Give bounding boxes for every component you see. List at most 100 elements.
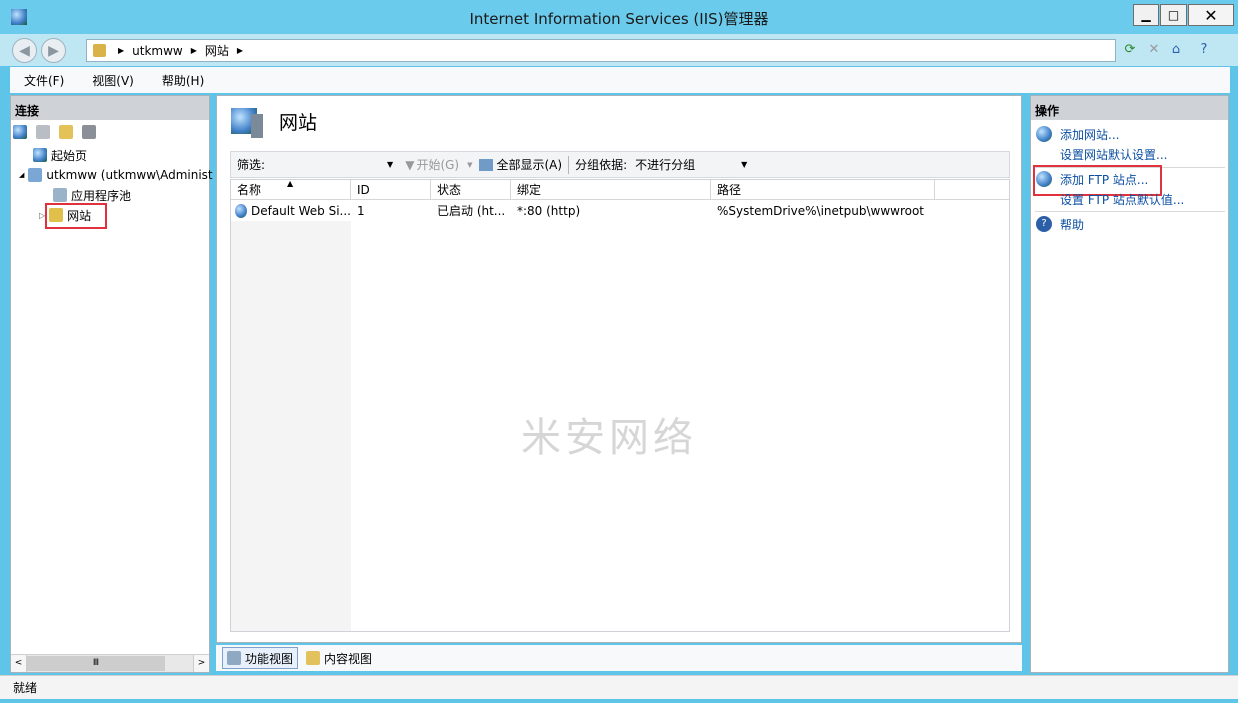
refresh-icon[interactable]: ⟳ — [1121, 40, 1139, 58]
column-header-status[interactable]: 状态 — [431, 180, 511, 200]
start-page-icon — [33, 148, 47, 162]
action-label: 添加网站... — [1060, 127, 1120, 142]
back-button[interactable]: ◀ — [12, 38, 37, 63]
site-path: %SystemDrive%\inetpub\wwwroot — [717, 204, 924, 218]
tree-item-label: 应用程序池 — [71, 188, 132, 203]
menu-bar: 文件(F) 视图(V) 帮助(H) — [10, 67, 1230, 93]
close-button[interactable]: ✕ — [1188, 4, 1234, 26]
scroll-thumb[interactable]: Ⅲ — [27, 656, 165, 671]
sites-table: 名称 ▲ ID 状态 绑定 路径 Default Web Si... 1 已启动 … — [230, 179, 1010, 632]
breadcrumb-server[interactable]: utkmww — [132, 44, 183, 58]
action-label: 帮助 — [1060, 217, 1085, 232]
actions-header: 操作 — [1031, 96, 1228, 120]
watermark: 米安网络 — [521, 415, 697, 461]
minimize-icon: ▁ — [1141, 8, 1151, 22]
scroll-left-icon[interactable]: < — [11, 655, 27, 672]
server-tower-icon — [251, 114, 263, 138]
tree-item-label: utkmww (utkmww\Administ — [46, 168, 213, 182]
start-dropdown-icon[interactable]: ▼ — [467, 161, 472, 169]
group-by-label: 分组依据: — [575, 158, 628, 172]
connections-header: 连接 — [11, 96, 209, 120]
content-view-label: 内容视图 — [324, 651, 373, 666]
tree-item-server[interactable]: ◢ utkmww (utkmww\Administ — [19, 166, 213, 184]
tree-item-app-pools[interactable]: 应用程序池 — [53, 186, 131, 204]
site-id: 1 — [357, 204, 365, 218]
filter-toolbar: 筛选: ▼ ▼ 开始(G) ▼ 全部显示(A) 分组依据: 不进行分组 ▼ — [230, 151, 1010, 178]
content-view-icon — [306, 651, 321, 665]
home-icon[interactable]: ⌂ — [1167, 40, 1185, 58]
action-label: 设置网站默认设置... — [1060, 147, 1168, 162]
group-by-select[interactable]: 不进行分组 — [635, 156, 741, 173]
sorted-column-shade — [231, 221, 351, 631]
highlight-box — [45, 203, 107, 229]
save-icon[interactable] — [36, 125, 50, 139]
show-all-button[interactable]: 全部显示(A) — [497, 156, 563, 173]
server-icon — [93, 44, 106, 57]
connections-toolbar — [11, 120, 209, 144]
menu-view[interactable]: 视图(V) — [78, 72, 148, 89]
features-view-icon — [227, 651, 241, 665]
page-title: 网站 — [279, 112, 318, 134]
scroll-right-icon[interactable]: > — [193, 655, 209, 672]
filter-input[interactable] — [269, 156, 387, 174]
disconnect-icon[interactable] — [82, 125, 96, 139]
site-status: 已启动 (ht... — [437, 204, 506, 218]
expanded-arrow-icon[interactable]: ◢ — [19, 171, 24, 179]
column-header-path[interactable]: 路径 — [711, 180, 935, 200]
actions-divider — [1035, 211, 1225, 212]
toolbar-divider — [568, 155, 570, 174]
status-text: 就绪 — [13, 681, 38, 695]
tree-item-label: 起始页 — [51, 148, 88, 163]
stop-icon[interactable]: ✕ — [1145, 40, 1163, 58]
site-binding: *:80 (http) — [517, 204, 581, 218]
up-folder-icon[interactable] — [59, 125, 73, 139]
breadcrumb-separator-icon: ▶ — [190, 46, 197, 55]
breadcrumb-separator-icon: ▶ — [118, 46, 125, 55]
set-ftp-defaults-action[interactable]: 设置 FTP 站点默认值... — [1060, 190, 1184, 208]
back-arrow-icon: ◀ — [19, 42, 30, 59]
maximize-icon: □ — [1167, 8, 1180, 22]
add-website-action[interactable]: 添加网站... — [1036, 125, 1119, 143]
show-all-icon — [478, 158, 493, 171]
content-view-tab[interactable]: 内容视图 — [302, 648, 376, 668]
help-icon[interactable]: ? — [1195, 40, 1213, 58]
server-icon — [28, 168, 43, 182]
view-switcher: 功能视图 内容视图 — [216, 645, 1022, 671]
breadcrumb-sites[interactable]: 网站 — [205, 42, 229, 59]
connections-panel: 连接 起始页 ◢ utkmww (utkmww\Administ 应用程序池 ▷… — [10, 95, 213, 673]
table-header: 名称 ▲ ID 状态 绑定 路径 — [231, 179, 1009, 200]
features-view-tab[interactable]: 功能视图 — [222, 647, 299, 669]
start-filter-button[interactable]: 开始(G) — [416, 156, 459, 173]
window-title: Internet Information Services (IIS)管理器 — [469, 10, 769, 28]
horizontal-scrollbar[interactable]: < Ⅲ > — [11, 654, 209, 672]
sort-ascending-icon: ▲ — [287, 179, 294, 188]
help-circle-icon: ? — [1036, 216, 1052, 232]
group-dropdown-icon[interactable]: ▼ — [741, 160, 747, 169]
features-view-label: 功能视图 — [245, 651, 294, 666]
menu-file[interactable]: 文件(F) — [10, 72, 78, 89]
forward-button[interactable]: ▶ — [41, 38, 66, 63]
action-label: 设置 FTP 站点默认值... — [1060, 192, 1185, 207]
filter-dropdown-icon[interactable]: ▼ — [387, 160, 393, 169]
site-name: Default Web Si... — [250, 204, 351, 218]
filter-label: 筛选: — [237, 158, 266, 172]
app-pool-icon — [53, 188, 67, 202]
actions-panel: 操作 添加网站... 设置网站默认设置... 添加 FTP 站点... 设置 F… — [1030, 95, 1229, 673]
site-globe-icon — [235, 204, 247, 218]
breadcrumb-separator-icon: ▶ — [236, 46, 244, 55]
column-header-name[interactable]: 名称 ▲ — [231, 179, 351, 200]
column-header-id[interactable]: ID — [351, 180, 431, 200]
maximize-button[interactable]: □ — [1160, 4, 1187, 26]
close-icon: ✕ — [1204, 5, 1218, 25]
tree-item-start-page[interactable]: 起始页 — [33, 146, 87, 164]
minimize-button[interactable]: ▁ — [1133, 4, 1159, 26]
connect-icon[interactable] — [13, 125, 27, 139]
help-action[interactable]: ? 帮助 — [1036, 215, 1084, 233]
status-bar: 就绪 — [0, 675, 1238, 699]
add-website-icon — [1036, 126, 1052, 142]
funnel-icon: ▼ — [405, 157, 415, 172]
menu-help[interactable]: 帮助(H) — [148, 72, 218, 89]
address-breadcrumb[interactable]: ▶ utkmww ▶ 网站 ▶ — [86, 39, 1116, 62]
set-website-defaults-action[interactable]: 设置网站默认设置... — [1060, 145, 1167, 163]
column-header-binding[interactable]: 绑定 — [511, 180, 711, 200]
